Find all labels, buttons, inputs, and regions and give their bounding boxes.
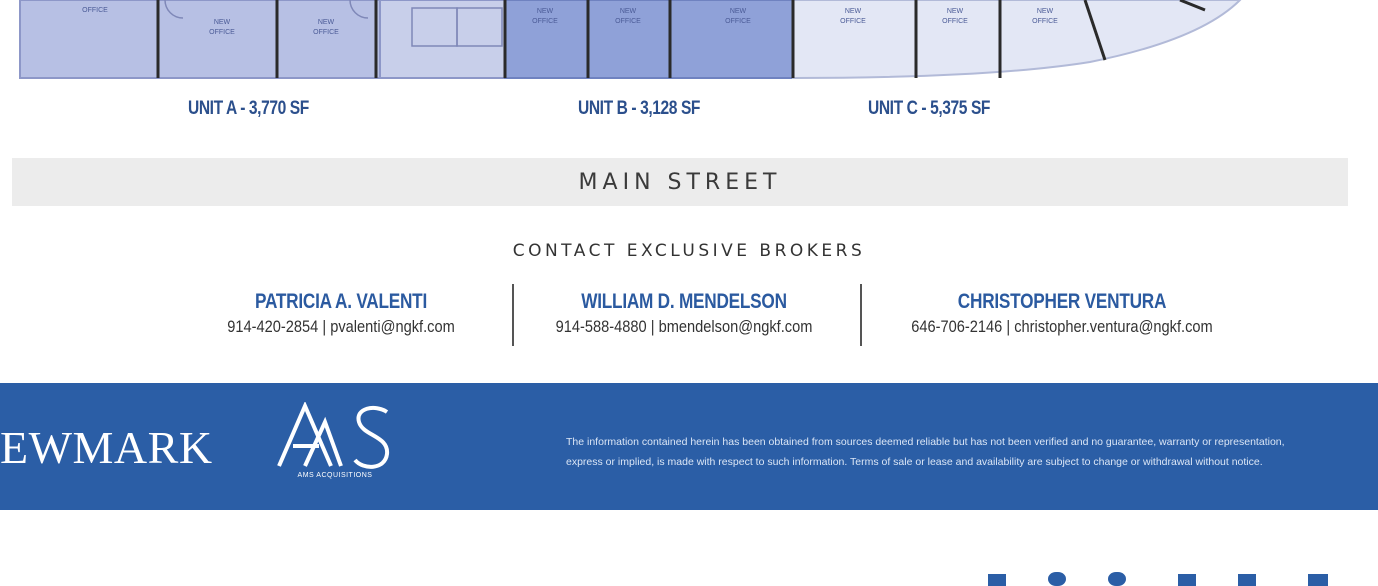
brand-logo-text: EWMARK — [0, 422, 213, 473]
unit-a-label: UNIT A - 3,770 SF — [188, 98, 309, 119]
room-label: NEW — [1037, 8, 1054, 15]
broker-card: CHRISTOPHER VENTURA 646-706-2146 | chris… — [872, 290, 1252, 337]
room-label: NEW — [620, 8, 637, 15]
room-label: OFFICE — [942, 18, 968, 25]
street-name: MAIN STREET — [578, 169, 782, 195]
broker-contact[interactable]: 914-420-2854 | pvalenti@ngkf.com — [216, 317, 465, 337]
disclaimer: The information contained herein has bee… — [566, 432, 1378, 472]
room-label: NEW — [845, 8, 862, 15]
room-label: OFFICE — [615, 18, 641, 25]
room-label: NEW — [947, 8, 964, 15]
floor-plan: OFFICE NEW OFFICE NEW OFFICE NEW OFFICE … — [19, 0, 1242, 80]
contact-heading: CONTACT EXCLUSIVE BROKERS — [512, 241, 866, 261]
room-label: OFFICE — [725, 18, 751, 25]
cut-off-heading-fragment — [988, 572, 1328, 586]
broker-contact[interactable]: 646-706-2146 | christopher.ventura@ngkf.… — [899, 317, 1226, 337]
room-label: NEW — [214, 19, 231, 26]
logo-subtitle: AMS ACQUISITIONS — [297, 472, 373, 479]
room-label: NEW — [537, 8, 554, 15]
broker-name: CHRISTOPHER VENTURA — [957, 290, 1167, 313]
footer-banner: EWMARK The information contained herein … — [0, 383, 1378, 510]
ams-logo-icon — [277, 402, 389, 469]
disclaimer-line: The information contained herein has bee… — [566, 436, 1285, 448]
disclaimer-line: express or implied, is made with respect… — [566, 456, 1263, 468]
room-label: OFFICE — [82, 7, 108, 14]
room-label: OFFICE — [1032, 18, 1058, 25]
room-label: NEW — [318, 19, 335, 26]
divider — [512, 284, 514, 346]
broker-contact[interactable]: 914-588-4880 | bmendelson@ngkf.com — [548, 317, 820, 337]
broker-name: PATRICIA A. VALENTI — [255, 290, 427, 313]
street-banner: MAIN STREET — [12, 158, 1348, 206]
divider — [860, 284, 862, 346]
broker-card: WILLIAM D. MENDELSON 914-588-4880 | bmen… — [526, 290, 842, 337]
room-label: OFFICE — [840, 18, 866, 25]
broker-card: PATRICIA A. VALENTI 914-420-2854 | pvale… — [196, 290, 486, 337]
room-label: OFFICE — [209, 29, 235, 36]
unit-c-label: UNIT C - 5,375 SF — [868, 98, 991, 119]
room-label: OFFICE — [532, 18, 558, 25]
unit-b-label: UNIT B - 3,128 SF — [578, 98, 701, 119]
room-label: NEW — [730, 8, 747, 15]
room-label: OFFICE — [313, 29, 339, 36]
broker-name: WILLIAM D. MENDELSON — [581, 290, 787, 313]
